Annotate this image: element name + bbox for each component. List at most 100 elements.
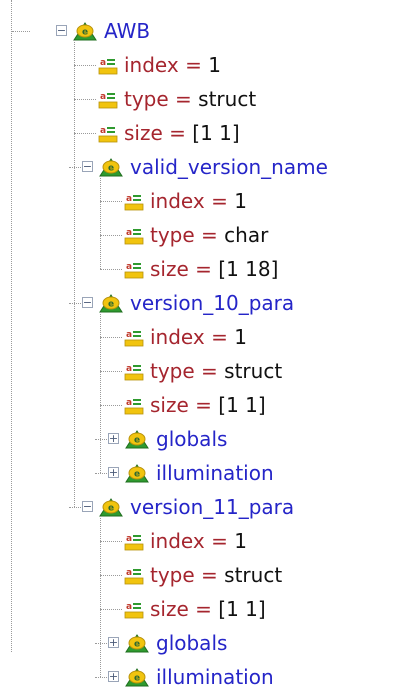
svg-text:a: a <box>100 92 106 102</box>
collapse-icon[interactable]: − <box>82 501 93 512</box>
tree-node-globals[interactable]: e globals <box>124 626 227 660</box>
svg-text:a: a <box>126 194 132 204</box>
tree-connector <box>74 133 96 134</box>
struct-node-icon: e <box>98 496 124 518</box>
attribute-icon: a <box>124 327 144 347</box>
attribute-key: type <box>150 563 195 587</box>
attribute-row[interactable]: a index = 1 <box>124 320 247 354</box>
attribute-equals: = <box>204 189 235 213</box>
tree-branch-line <box>100 312 101 473</box>
tree-connector <box>100 337 122 338</box>
attribute-value: [1 1] <box>192 121 240 145</box>
struct-node-icon: e <box>98 156 124 178</box>
attribute-value: char <box>224 223 269 247</box>
collapse-icon[interactable]: − <box>56 25 67 36</box>
attribute-key: size <box>124 121 163 145</box>
attribute-row[interactable]: a index = 1 <box>124 184 247 218</box>
svg-text:e: e <box>108 504 114 514</box>
expand-icon[interactable]: + <box>108 467 119 478</box>
svg-text:a: a <box>126 364 132 374</box>
attribute-icon: a <box>124 565 144 585</box>
svg-text:e: e <box>108 300 114 310</box>
tree-node-globals[interactable]: e globals <box>124 422 227 456</box>
tree-node-valid-version-name[interactable]: e valid_version_name <box>98 150 328 184</box>
svg-text:e: e <box>134 674 140 684</box>
tree-node-awb[interactable]: e AWB <box>72 14 150 48</box>
svg-text:a: a <box>126 228 132 238</box>
attribute-equals: = <box>188 257 219 281</box>
tree-branch-line <box>100 176 101 269</box>
attribute-value: struct <box>224 359 283 383</box>
svg-text:a: a <box>126 602 132 612</box>
svg-text:e: e <box>134 470 140 480</box>
attribute-value: [1 1] <box>218 393 266 417</box>
attribute-value: 1 <box>234 529 247 553</box>
attribute-row[interactable]: a type = char <box>124 218 268 252</box>
tree-branch-line <box>100 516 101 677</box>
attribute-icon: a <box>124 361 144 381</box>
attribute-row[interactable]: a index = 1 <box>124 524 247 558</box>
attribute-row[interactable]: a size = [1 18] <box>124 252 278 286</box>
tree-node-version-11-para[interactable]: e version_11_para <box>98 490 294 524</box>
struct-node-icon: e <box>98 292 124 314</box>
attribute-equals: = <box>188 597 219 621</box>
attribute-equals: = <box>204 325 235 349</box>
attribute-equals: = <box>194 563 225 587</box>
expand-icon[interactable]: + <box>108 637 119 648</box>
tree-connector <box>100 609 122 610</box>
attribute-value: 1 <box>208 53 221 77</box>
attribute-value: 1 <box>234 189 247 213</box>
attribute-key: type <box>124 87 169 111</box>
attribute-row[interactable]: a index = 1 <box>98 48 221 82</box>
svg-text:a: a <box>126 568 132 578</box>
struct-node-icon: e <box>124 632 150 654</box>
attribute-icon: a <box>98 55 118 75</box>
tree-node-version-10-para[interactable]: e version_10_para <box>98 286 294 320</box>
tree-node-illumination[interactable]: e illumination <box>124 456 274 490</box>
attribute-row[interactable]: a size = [1 1] <box>98 116 240 150</box>
attribute-value: struct <box>198 87 257 111</box>
struct-node-label: valid_version_name <box>130 155 328 179</box>
tree-connector <box>100 235 122 236</box>
struct-node-label: version_10_para <box>130 291 295 315</box>
struct-node-icon: e <box>124 666 150 688</box>
struct-node-label: globals <box>156 427 228 451</box>
attribute-icon: a <box>124 225 144 245</box>
attribute-key: type <box>150 359 195 383</box>
attribute-icon: a <box>124 259 144 279</box>
tree-connector <box>74 65 96 66</box>
attribute-value: [1 18] <box>218 257 279 281</box>
attribute-value: 1 <box>234 325 247 349</box>
collapse-icon[interactable]: − <box>82 161 93 172</box>
svg-text:e: e <box>108 164 114 174</box>
tree-connector <box>100 201 122 202</box>
tree-connector <box>100 541 122 542</box>
attribute-row[interactable]: a type = struct <box>124 354 282 388</box>
expand-icon[interactable]: + <box>108 433 119 444</box>
attribute-key: index <box>150 325 205 349</box>
struct-node-icon: e <box>124 462 150 484</box>
tree-node-illumination[interactable]: e illumination <box>124 660 274 694</box>
struct-node-label: illumination <box>156 461 274 485</box>
struct-tree: − e AWB a index = 1 a type = struct a size = [1 … <box>0 0 394 689</box>
attribute-icon: a <box>98 123 118 143</box>
attribute-icon: a <box>98 89 118 109</box>
attribute-equals: = <box>188 393 219 417</box>
svg-text:e: e <box>134 436 140 446</box>
struct-node-label: globals <box>156 631 228 655</box>
svg-text:e: e <box>134 640 140 650</box>
attribute-key: type <box>150 223 195 247</box>
attribute-row[interactable]: a size = [1 1] <box>124 592 266 626</box>
attribute-key: size <box>150 257 189 281</box>
tree-connector <box>74 99 96 100</box>
svg-text:a: a <box>126 534 132 544</box>
collapse-icon[interactable]: − <box>82 297 93 308</box>
svg-text:e: e <box>82 28 88 38</box>
attribute-row[interactable]: a size = [1 1] <box>124 388 266 422</box>
tree-connector <box>12 31 30 32</box>
expand-icon[interactable]: + <box>108 671 119 682</box>
attribute-row[interactable]: a type = struct <box>124 558 282 592</box>
attribute-key: index <box>150 189 205 213</box>
attribute-row[interactable]: a type = struct <box>98 82 256 116</box>
attribute-equals: = <box>168 87 199 111</box>
